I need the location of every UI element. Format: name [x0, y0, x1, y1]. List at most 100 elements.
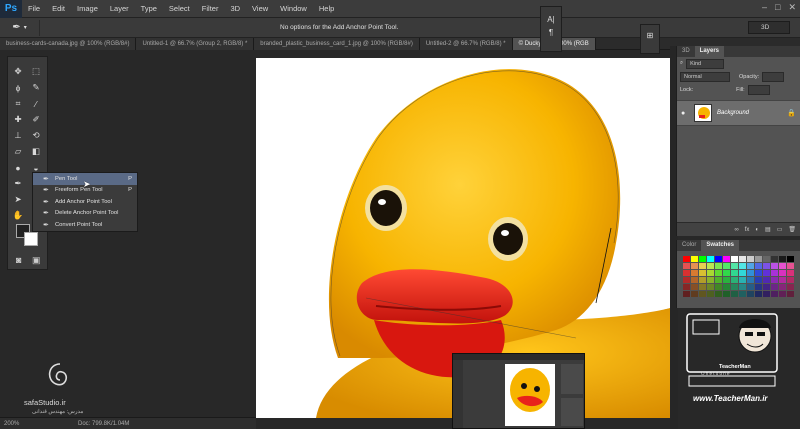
document-tab[interactable]: Untitled-2 @ 66.7% (RGB/8) * [419, 38, 513, 50]
quick-mask-icon[interactable]: ◙ [16, 255, 21, 265]
color-swatch[interactable] [787, 263, 794, 269]
history-brush-tool-icon[interactable]: ⟲ [29, 129, 43, 142]
pen-tool-icon[interactable]: ✒ [11, 177, 25, 190]
color-swatch[interactable] [779, 256, 786, 262]
color-swatch[interactable] [755, 270, 762, 276]
color-swatch[interactable] [699, 270, 706, 276]
menu-view[interactable]: View [246, 4, 274, 13]
color-swatch[interactable] [723, 263, 730, 269]
color-swatch[interactable] [707, 284, 714, 290]
menu-type[interactable]: Type [135, 4, 163, 13]
document-tab[interactable]: branded_plastic_business_card_1.jpg @ 10… [254, 38, 420, 50]
eraser-tool-icon[interactable]: ▱ [11, 145, 25, 158]
color-swatch[interactable] [739, 270, 746, 276]
spot-heal-tool-icon[interactable]: ✚ [11, 113, 25, 126]
color-swatch[interactable] [691, 263, 698, 269]
color-swatch[interactable] [691, 284, 698, 290]
brush-tool-icon[interactable]: ✐ [29, 113, 43, 126]
color-swatch[interactable] [683, 270, 690, 276]
color-swatch[interactable] [747, 263, 754, 269]
color-swatch[interactable] [747, 270, 754, 276]
color-swatch[interactable] [747, 256, 754, 262]
properties-panel-icon[interactable]: ⊞ [647, 31, 654, 53]
menu-help[interactable]: Help [313, 4, 340, 13]
flyout-item-add-anchor-point-tool[interactable]: ✒ Add Anchor Point Tool [33, 196, 137, 208]
gradient-tool-icon[interactable]: ◧ [29, 145, 43, 158]
color-swatch[interactable] [747, 277, 754, 283]
menu-file[interactable]: File [22, 4, 46, 13]
flyout-item-convert-point-tool[interactable]: ✒ Convert Point Tool [33, 219, 137, 231]
color-swatch[interactable] [691, 291, 698, 297]
color-swatch[interactable] [747, 284, 754, 290]
screen-mode-icon[interactable]: ▣ [32, 255, 41, 266]
layer-row-background[interactable]: ● Background 🔒 [677, 100, 800, 126]
color-swatch[interactable] [707, 270, 714, 276]
color-swatch[interactable] [715, 291, 722, 297]
color-swatch[interactable] [731, 270, 738, 276]
marquee-tool-icon[interactable]: ⬚ [29, 65, 43, 78]
color-swatch[interactable] [707, 263, 714, 269]
document-tab[interactable]: business-cards-canada.jpg @ 100% (RGB/8#… [0, 38, 137, 50]
color-swatch[interactable] [747, 291, 754, 297]
workspace-select[interactable]: 3D [748, 21, 790, 34]
link-layers-icon[interactable]: ∞ [734, 227, 738, 233]
minimize-button[interactable]: – [762, 2, 767, 13]
color-swatch[interactable] [771, 284, 778, 290]
eyedropper-tool-icon[interactable]: ⁄ [29, 97, 43, 110]
color-swatch[interactable] [787, 256, 794, 262]
maximize-button[interactable]: □ [775, 2, 780, 13]
color-swatch[interactable] [731, 263, 738, 269]
color-swatch[interactable] [787, 291, 794, 297]
menu-edit[interactable]: Edit [46, 4, 71, 13]
stamp-tool-icon[interactable]: ⊥ [11, 129, 25, 142]
color-swatch[interactable] [787, 270, 794, 276]
mask-icon[interactable]: ◐ [755, 227, 759, 233]
color-swatch[interactable] [739, 263, 746, 269]
color-swatch[interactable] [739, 284, 746, 290]
fx-icon[interactable]: fx [745, 227, 750, 233]
menu-3d[interactable]: 3D [224, 4, 246, 13]
hand-tool-icon[interactable]: ✋ [11, 209, 25, 222]
new-group-icon[interactable]: ▭ [777, 226, 783, 233]
color-swatch[interactable] [699, 277, 706, 283]
color-swatch[interactable] [715, 277, 722, 283]
color-swatch[interactable] [723, 284, 730, 290]
color-swatch[interactable] [715, 256, 722, 262]
move-tool-icon[interactable]: ✥ [11, 65, 25, 78]
color-swatch[interactable] [779, 284, 786, 290]
color-swatch[interactable] [771, 263, 778, 269]
color-swatch[interactable] [699, 256, 706, 262]
flyout-item-delete-anchor-point-tool[interactable]: ✒ Delete Anchor Point Tool [33, 208, 137, 220]
color-swatch[interactable] [771, 256, 778, 262]
menu-layer[interactable]: Layer [104, 4, 135, 13]
color-swatch[interactable] [771, 291, 778, 297]
document-tab[interactable]: Untitled-1 @ 66.7% (Group 2, RGB/8) * [136, 38, 255, 50]
blur-tool-icon[interactable]: ● [11, 161, 25, 174]
color-swatch[interactable] [763, 284, 770, 290]
color-swatch[interactable] [683, 277, 690, 283]
lasso-tool-icon[interactable]: ϕ [11, 81, 25, 94]
color-swatch[interactable] [779, 270, 786, 276]
color-swatch[interactable] [683, 256, 690, 262]
color-swatch[interactable] [707, 277, 714, 283]
color-swatch[interactable] [779, 277, 786, 283]
color-swatch[interactable] [755, 256, 762, 262]
color-swatch[interactable] [779, 263, 786, 269]
color-swatch[interactable] [787, 277, 794, 283]
color-swatch[interactable] [755, 263, 762, 269]
color-swatch[interactable] [763, 256, 770, 262]
paragraph-panel-icon[interactable]: ¶ [549, 28, 553, 37]
color-swatch[interactable] [731, 284, 738, 290]
color-swatch[interactable] [779, 291, 786, 297]
color-swatch[interactable] [739, 277, 746, 283]
tab-3d[interactable]: 3D [677, 46, 695, 57]
close-button[interactable]: ✕ [788, 2, 796, 13]
tab-color[interactable]: Color [677, 240, 701, 251]
color-swatch[interactable] [787, 284, 794, 290]
zoom-level[interactable]: 200% [0, 421, 30, 427]
color-swatch[interactable] [691, 277, 698, 283]
fill-field[interactable] [747, 84, 770, 95]
menu-window[interactable]: Window [274, 4, 313, 13]
color-swatch[interactable] [683, 291, 690, 297]
tab-layers[interactable]: Layers [694, 46, 725, 57]
